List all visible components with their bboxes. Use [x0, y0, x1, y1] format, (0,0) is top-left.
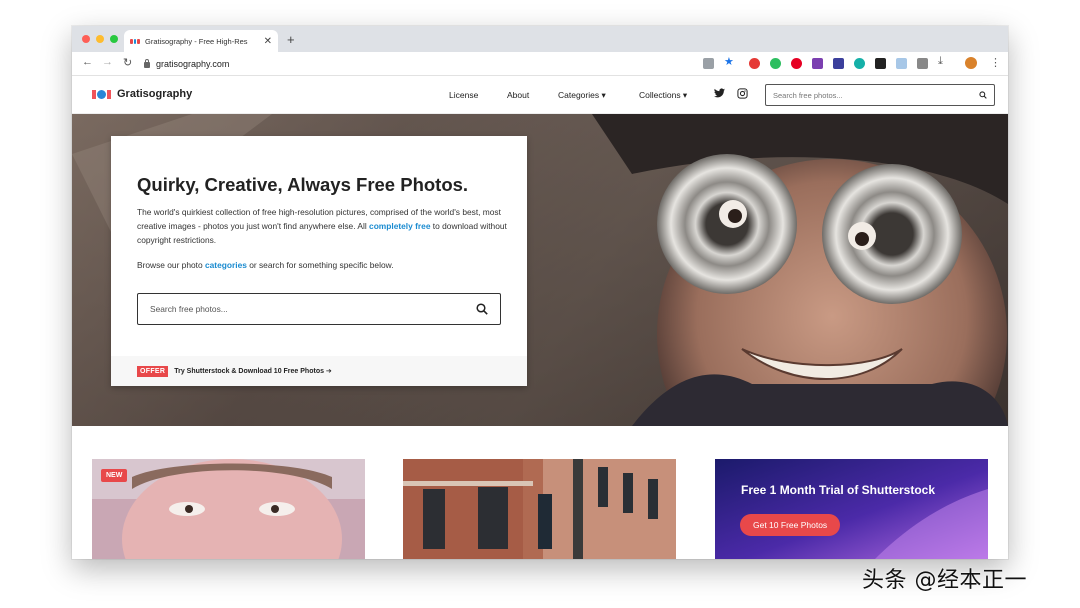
new-tab-icon[interactable]: +	[287, 32, 295, 47]
pinterest-icon[interactable]	[791, 58, 802, 69]
site-header: Gratisography License About Categories ▾…	[72, 76, 1008, 114]
hero-section: Quirky, Creative, Always Free Photos. Th…	[72, 114, 1008, 426]
header-search-input[interactable]: Search free photos...	[765, 84, 995, 106]
offer-link[interactable]: Try Shutterstock & Download 10 Free Phot…	[174, 367, 332, 375]
close-tab-icon[interactable]: ✕	[264, 36, 272, 47]
gmail-icon[interactable]	[917, 58, 928, 69]
extension-icon[interactable]	[833, 58, 844, 69]
site-favicon-icon	[130, 38, 141, 44]
browser-toolbar: ← → ↻ gratisography.com ★ ⤓ ⋮	[72, 52, 1008, 76]
header-search-placeholder: Search free photos...	[773, 90, 843, 100]
nav-categories[interactable]: Categories ▾	[558, 90, 606, 101]
back-icon[interactable]: ←	[82, 56, 93, 68]
site-logo[interactable]: Gratisography	[92, 88, 192, 100]
instagram-icon[interactable]	[737, 88, 748, 101]
logo-icon	[92, 89, 111, 99]
search-icon[interactable]	[979, 91, 987, 99]
forward-icon[interactable]: →	[102, 56, 113, 68]
extension-icon[interactable]	[854, 58, 865, 69]
nav-about[interactable]: About	[507, 90, 529, 100]
url-text: gratisography.com	[156, 58, 230, 69]
browser-window: Gratisography - Free High-Res ✕ + ← → ↻ …	[72, 26, 1008, 559]
photo-tile[interactable]	[403, 459, 676, 559]
hero-title: Quirky, Creative, Always Free Photos.	[137, 174, 469, 195]
search-icon[interactable]	[476, 303, 488, 315]
hero-card: Quirky, Creative, Always Free Photos. Th…	[111, 136, 527, 386]
promo-title: Free 1 Month Trial of Shutterstock	[741, 483, 936, 497]
photo-grid: NEW Free 1 Month Trial of Shutterstock G…	[72, 426, 1008, 559]
extension-icon[interactable]	[875, 58, 886, 69]
browse-text-start: Browse our photo	[137, 260, 205, 270]
shutterstock-promo[interactable]: Free 1 Month Trial of Shutterstock Get 1…	[715, 459, 988, 559]
offer-bar[interactable]: OFFER Try Shutterstock & Download 10 Fre…	[111, 356, 527, 386]
new-badge: NEW	[101, 469, 128, 482]
watermark: 头条 @经本正一	[862, 568, 1027, 593]
adblock-icon[interactable]	[749, 58, 760, 69]
categories-link[interactable]: categories	[205, 260, 247, 270]
extension-icon[interactable]	[896, 58, 907, 69]
completely-free-link[interactable]: completely free	[369, 221, 430, 231]
reload-icon[interactable]: ↻	[123, 56, 132, 69]
extension-icon[interactable]	[812, 58, 823, 69]
browse-text: Browse our photo categories or search fo…	[137, 260, 394, 270]
tab-strip: Gratisography - Free High-Res ✕ +	[72, 26, 1008, 52]
hero-description: The world's quirkiest collection of free…	[137, 205, 507, 247]
browse-text-end: or search for something specific below.	[246, 260, 394, 270]
bookmark-star-icon[interactable]: ★	[724, 55, 734, 68]
download-icon[interactable]: ⤓	[938, 55, 943, 68]
offer-badge: OFFER	[137, 365, 169, 377]
tile-photo	[403, 459, 676, 559]
nav-collections[interactable]: Collections ▾	[639, 90, 687, 101]
photo-tile[interactable]: NEW	[92, 459, 365, 559]
promo-background	[715, 459, 988, 559]
maximize-window-button[interactable]	[110, 35, 118, 43]
close-window-button[interactable]	[82, 35, 90, 43]
browser-tab[interactable]: Gratisography - Free High-Res ✕	[124, 30, 278, 52]
tab-title: Gratisography - Free High-Res	[145, 36, 248, 46]
nav-license[interactable]: License	[449, 90, 478, 100]
get-free-photos-button[interactable]: Get 10 Free Photos	[740, 514, 841, 536]
twitter-icon[interactable]	[714, 88, 725, 101]
minimize-window-button[interactable]	[96, 35, 104, 43]
more-menu-icon[interactable]: ⋮	[990, 56, 1001, 69]
lock-icon	[144, 58, 150, 68]
avatar[interactable]	[965, 57, 977, 69]
translate-icon[interactable]	[703, 58, 714, 69]
window-controls	[82, 35, 118, 43]
evernote-icon[interactable]	[770, 58, 781, 69]
hero-search-placeholder: Search free photos...	[150, 304, 228, 314]
hero-search-input[interactable]: Search free photos...	[137, 293, 501, 325]
logo-text: Gratisography	[117, 88, 193, 100]
tile-photo	[92, 459, 365, 559]
address-bar[interactable]: gratisography.com	[144, 55, 704, 72]
